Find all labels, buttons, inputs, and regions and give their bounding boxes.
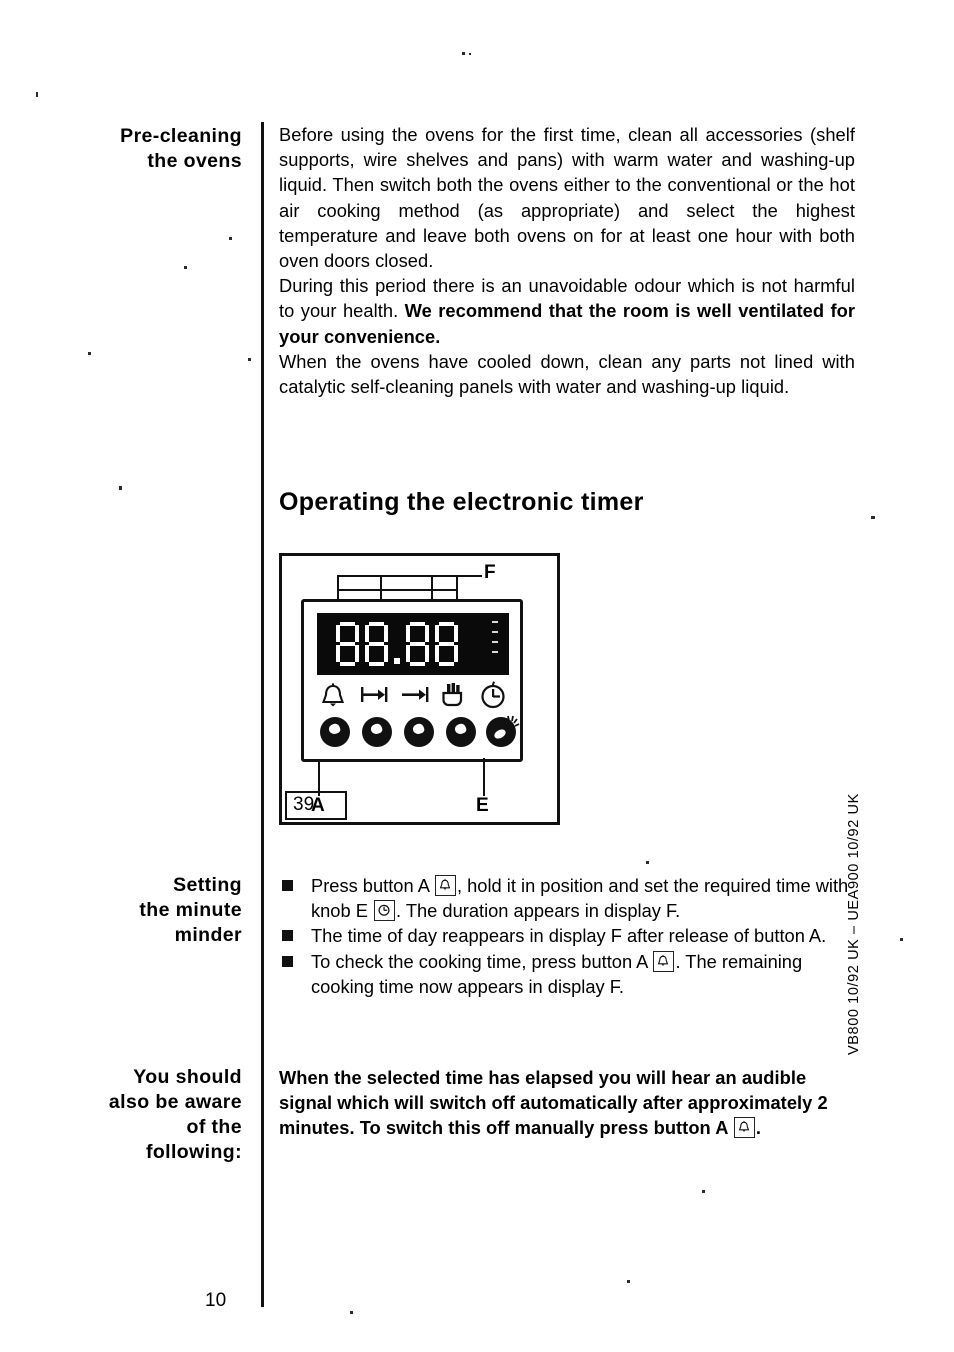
- document-side-code-text: VB800 10/92 UK – UEA900 10/92 UK: [846, 793, 862, 1055]
- scan-speck: [900, 938, 903, 941]
- margin-heading-line: You should also be aware of the followin…: [108, 1066, 242, 1163]
- bullet-square-icon: [282, 930, 293, 942]
- paragraph-odour: During this period there is an unavoidab…: [279, 273, 855, 349]
- bell-icon: [318, 681, 350, 711]
- scan-speck: [462, 52, 465, 55]
- page-number: 10: [205, 1290, 227, 1311]
- button-end-time[interactable]: [404, 717, 434, 747]
- scan-speck: [469, 53, 471, 55]
- scan-speck: [350, 1311, 353, 1314]
- clock-icon: [374, 900, 395, 922]
- clock-icon: [478, 681, 510, 711]
- list-item-text-pre: To check the cooking time, press button …: [311, 950, 653, 972]
- leader-tick-1: [337, 575, 339, 601]
- list-item: The time of day reappears in display F a…: [279, 923, 855, 948]
- end-time-icon: [400, 681, 432, 711]
- paragraph-cooled-down: When the ovens have cooled down, clean a…: [279, 350, 855, 398]
- knob-e[interactable]: [486, 715, 520, 747]
- leader-tick-2: [380, 575, 382, 601]
- body-column-aware: When the selected time has elapsed you w…: [279, 1065, 855, 1141]
- button-a[interactable]: [320, 717, 350, 747]
- list-item-text-pre: Press button A: [311, 875, 434, 896]
- knob-tick-marks: [500, 715, 520, 730]
- timer-display: [317, 613, 509, 675]
- leader-horizontal-sub: [337, 589, 457, 591]
- timer-button-row: [320, 715, 520, 753]
- scan-speck: [119, 486, 122, 490]
- list-item: To check the cooking time, press button …: [279, 949, 855, 999]
- scan-speck: [627, 1280, 630, 1283]
- callout-line-e: [483, 758, 485, 796]
- paragraph-first-use: Before using the ovens for the first tim…: [279, 124, 855, 272]
- scan-speck: [702, 1190, 705, 1193]
- figure-label-f: F: [484, 562, 496, 583]
- margin-heading-line: Pre-cleaning the ovens: [120, 125, 242, 172]
- bell-icon: [733, 1117, 755, 1139]
- timer-icon-row: [318, 681, 514, 713]
- body-column-precleaning: Before using the ovens for the first tim…: [279, 122, 855, 399]
- figure-number: 39: [285, 791, 347, 820]
- leader-horizontal-main: [337, 575, 482, 577]
- bullet-square-icon: [282, 955, 293, 967]
- scan-speck: [184, 266, 187, 269]
- manual-page: Pre-cleaning the ovens Setting the minut…: [0, 0, 954, 1352]
- seven-segment-digit: [364, 622, 389, 666]
- display-separator-dot: [394, 658, 400, 664]
- list-item-text-pre: The time of day reappears in display F a…: [311, 925, 827, 947]
- figure-label-e: E: [476, 795, 489, 816]
- seven-segment-digit: [335, 622, 360, 666]
- scan-speck: [229, 237, 232, 240]
- document-side-code: VB800 10/92 UK – UEA900 10/92 UK: [846, 793, 862, 1055]
- bell-icon: [653, 950, 675, 972]
- cooking-duration-icon: [359, 681, 391, 711]
- list-item: Press button A , hold it in position and…: [279, 873, 855, 923]
- scan-speck: [36, 92, 38, 97]
- bell-icon: [434, 875, 456, 896]
- scan-speck: [646, 861, 649, 864]
- bullet-square-icon: [282, 880, 293, 891]
- seven-segment-digit: [405, 622, 430, 666]
- manual-pan-icon: [437, 681, 469, 711]
- margin-heading-minute-minder: Setting the minute minder: [40, 873, 242, 948]
- leader-tick-4: [456, 575, 458, 601]
- column-divider: [261, 122, 264, 1307]
- scan-speck: [88, 352, 91, 355]
- seven-segment-digit: [434, 622, 459, 666]
- list-item-text-post: . The duration appears in display F.: [396, 900, 681, 922]
- button-manual[interactable]: [446, 717, 476, 747]
- margin-heading-precleaning: Pre-cleaning the ovens: [40, 124, 242, 174]
- scan-speck: [248, 358, 251, 361]
- minute-minder-bullet-list: Press button A , hold it in position and…: [279, 873, 855, 999]
- paragraph-audible-text-post: .: [755, 1117, 762, 1139]
- body-column-minute-minder: Press button A , hold it in position and…: [279, 873, 855, 999]
- margin-heading-line: Setting the minute minder: [139, 874, 242, 946]
- button-cooking-duration[interactable]: [362, 717, 392, 747]
- display-indicator-marks: [492, 621, 500, 667]
- timer-panel: [301, 599, 523, 762]
- timer-display-digits: [335, 619, 463, 669]
- margin-heading-aware: You should also be aware of the followin…: [40, 1065, 242, 1165]
- paragraph-audible-signal: When the selected time has elapsed you w…: [279, 1065, 855, 1141]
- figure-electronic-timer: F A E 39: [279, 553, 560, 825]
- page-title: Operating the electronic timer: [279, 488, 644, 516]
- scan-speck: [871, 516, 875, 519]
